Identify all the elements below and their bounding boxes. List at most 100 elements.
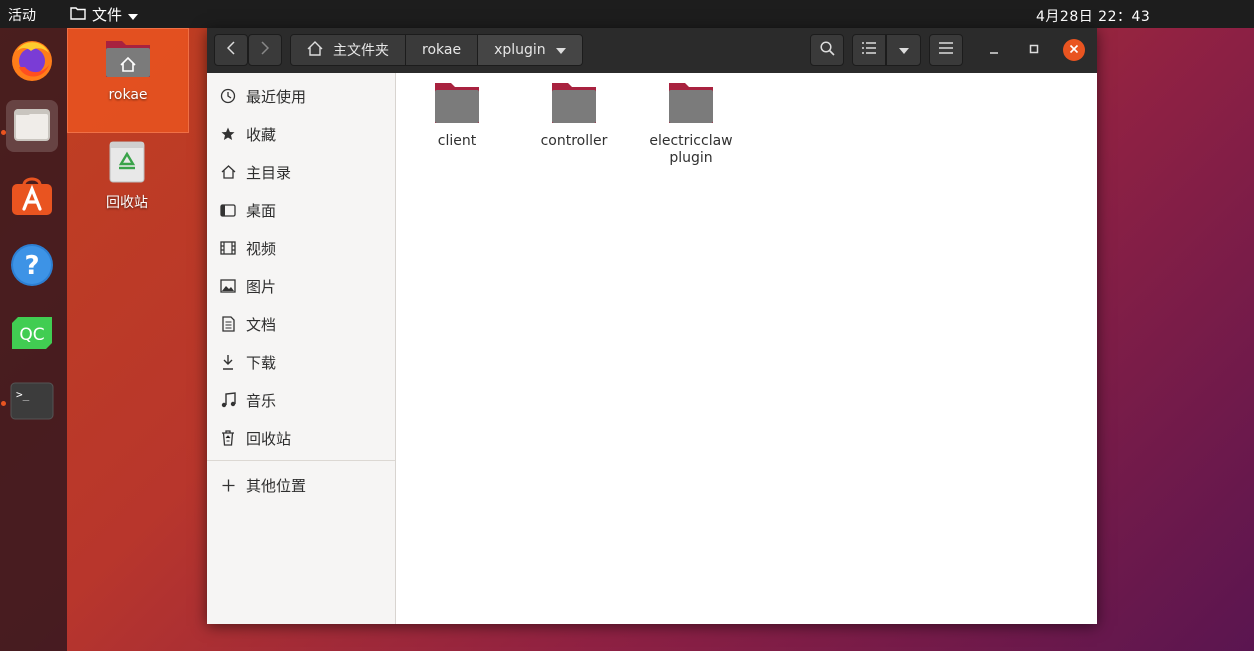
folder-item[interactable]: controller: [520, 81, 628, 150]
close-button[interactable]: [1063, 39, 1085, 61]
sidebar-item-label: 下载: [246, 353, 277, 372]
folder-item[interactable]: electricclaw plugin: [637, 81, 745, 167]
hamburger-icon: [939, 42, 953, 58]
minimize-button[interactable]: [983, 39, 1005, 61]
sidebar-item-music[interactable]: 音乐: [219, 385, 276, 415]
dock-firefox[interactable]: [6, 36, 58, 88]
document-icon: [219, 316, 237, 332]
dock-terminal[interactable]: >_: [6, 377, 58, 429]
sidebar-item-other-locations[interactable]: 其他位置: [219, 470, 306, 500]
search-button[interactable]: [810, 34, 844, 66]
sidebar-item-downloads[interactable]: 下载: [219, 347, 276, 377]
back-button[interactable]: [214, 34, 248, 66]
breadcrumb-label: xplugin: [494, 42, 546, 58]
breadcrumb-label: 主文件夹: [333, 43, 389, 59]
breadcrumb-rokae[interactable]: rokae: [406, 35, 479, 65]
dock-qtcreator[interactable]: QC: [6, 309, 58, 361]
plus-icon: [219, 479, 237, 492]
svg-text:>_: >_: [16, 388, 30, 401]
desktop-icon-trash[interactable]: 回收站: [67, 138, 187, 212]
sidebar-item-label: 回收站: [246, 429, 292, 448]
sidebar-item-label: 音乐: [246, 391, 277, 410]
top-bar: 活动 文件 4月28日 22：43: [0, 0, 1254, 28]
help-icon: ?: [10, 243, 54, 291]
files-icon: [12, 105, 52, 147]
maximize-icon: [1029, 42, 1039, 58]
home-icon: [307, 40, 323, 60]
folder-name: client: [437, 133, 477, 149]
sidebar-item-home[interactable]: 主目录: [219, 157, 291, 187]
sidebar-divider: [207, 460, 395, 461]
breadcrumb-label: rokae: [422, 42, 462, 58]
music-icon: [219, 392, 237, 408]
menu-button[interactable]: [929, 34, 963, 66]
maximize-button[interactable]: [1023, 39, 1045, 61]
search-icon: [819, 40, 835, 60]
svg-text:QC: QC: [19, 325, 44, 345]
sidebar-item-label: 图片: [246, 277, 277, 296]
sidebar-item-recent[interactable]: 最近使用: [219, 81, 306, 111]
picture-icon: [219, 279, 237, 293]
view-list-button[interactable]: [852, 34, 886, 66]
dock: ? QC >_: [0, 28, 67, 651]
sidebar-item-starred[interactable]: 收藏: [219, 119, 276, 149]
sidebar-item-desktop[interactable]: 桌面: [219, 195, 276, 225]
activities-button[interactable]: 活动: [8, 5, 36, 25]
dock-software[interactable]: [6, 172, 58, 224]
caret-down-icon: [128, 6, 139, 24]
sidebar-item-label: 文档: [246, 315, 277, 334]
desktop-icon-rokae[interactable]: rokae: [67, 28, 189, 133]
recent-icon: [219, 88, 237, 104]
folder-name: electricclaw plugin: [649, 133, 733, 166]
download-icon: [219, 354, 237, 370]
folder-icon: [433, 83, 481, 129]
trash-icon: [219, 430, 237, 446]
home-icon: [219, 165, 237, 179]
home-folder-icon: [68, 37, 188, 83]
sidebar-item-label: 收藏: [246, 125, 277, 144]
qtcreator-icon: QC: [11, 316, 53, 354]
folder-icon: [667, 83, 715, 129]
star-icon: [219, 127, 237, 141]
trash-icon: [67, 138, 187, 188]
chevron-right-icon: [261, 41, 270, 59]
breadcrumb-home[interactable]: 主文件夹: [291, 35, 406, 65]
caret-down-icon: [898, 42, 909, 58]
svg-text:?: ?: [24, 251, 39, 281]
breadcrumb-xplugin[interactable]: xplugin: [478, 35, 582, 65]
firefox-icon: [9, 37, 55, 87]
dock-files[interactable]: [6, 100, 58, 152]
app-menu[interactable]: 文件: [70, 4, 139, 25]
chevron-left-icon: [226, 41, 235, 59]
caret-down-icon: [555, 42, 566, 58]
running-indicator: [1, 401, 6, 406]
app-menu-label: 文件: [92, 6, 123, 24]
sidebar-item-label: 桌面: [246, 201, 277, 220]
folder-icon: [70, 6, 86, 24]
sidebar-item-label: 其他位置: [246, 476, 307, 495]
clock[interactable]: 4月28日 22：43: [1036, 6, 1150, 26]
sidebar-item-videos[interactable]: 视频: [219, 233, 276, 263]
folder-name: controller: [540, 133, 608, 149]
dock-help[interactable]: ?: [6, 241, 58, 293]
header-bar: 主文件夹 rokae xplugin: [207, 28, 1097, 73]
folder-icon: [550, 83, 598, 129]
forward-button[interactable]: [248, 34, 282, 66]
desktop-icon: [219, 203, 237, 217]
software-icon: [10, 175, 54, 221]
sidebar-item-label: 最近使用: [246, 87, 307, 106]
sidebar-item-label: 主目录: [246, 163, 292, 182]
minimize-icon: [989, 42, 999, 58]
folder-item[interactable]: client: [403, 81, 511, 150]
sidebar-item-trash[interactable]: 回收站: [219, 423, 291, 453]
list-view-icon: [862, 42, 876, 58]
close-icon: [1069, 42, 1079, 58]
file-manager-window: 主文件夹 rokae xplugin 最近使用 收藏 主目录 桌面 视频 图片 …: [207, 28, 1097, 624]
sidebar-item-pictures[interactable]: 图片: [219, 271, 276, 301]
desktop-icon-label: 回收站: [106, 195, 148, 211]
file-view: client controller electricclaw plugin: [396, 73, 1097, 624]
sidebar-item-documents[interactable]: 文档: [219, 309, 276, 339]
desktop-icon-label: rokae: [108, 87, 148, 103]
sidebar: 最近使用 收藏 主目录 桌面 视频 图片 文档 下载 音乐 回收站 其他位置: [207, 73, 396, 624]
view-options-button[interactable]: [886, 34, 921, 66]
